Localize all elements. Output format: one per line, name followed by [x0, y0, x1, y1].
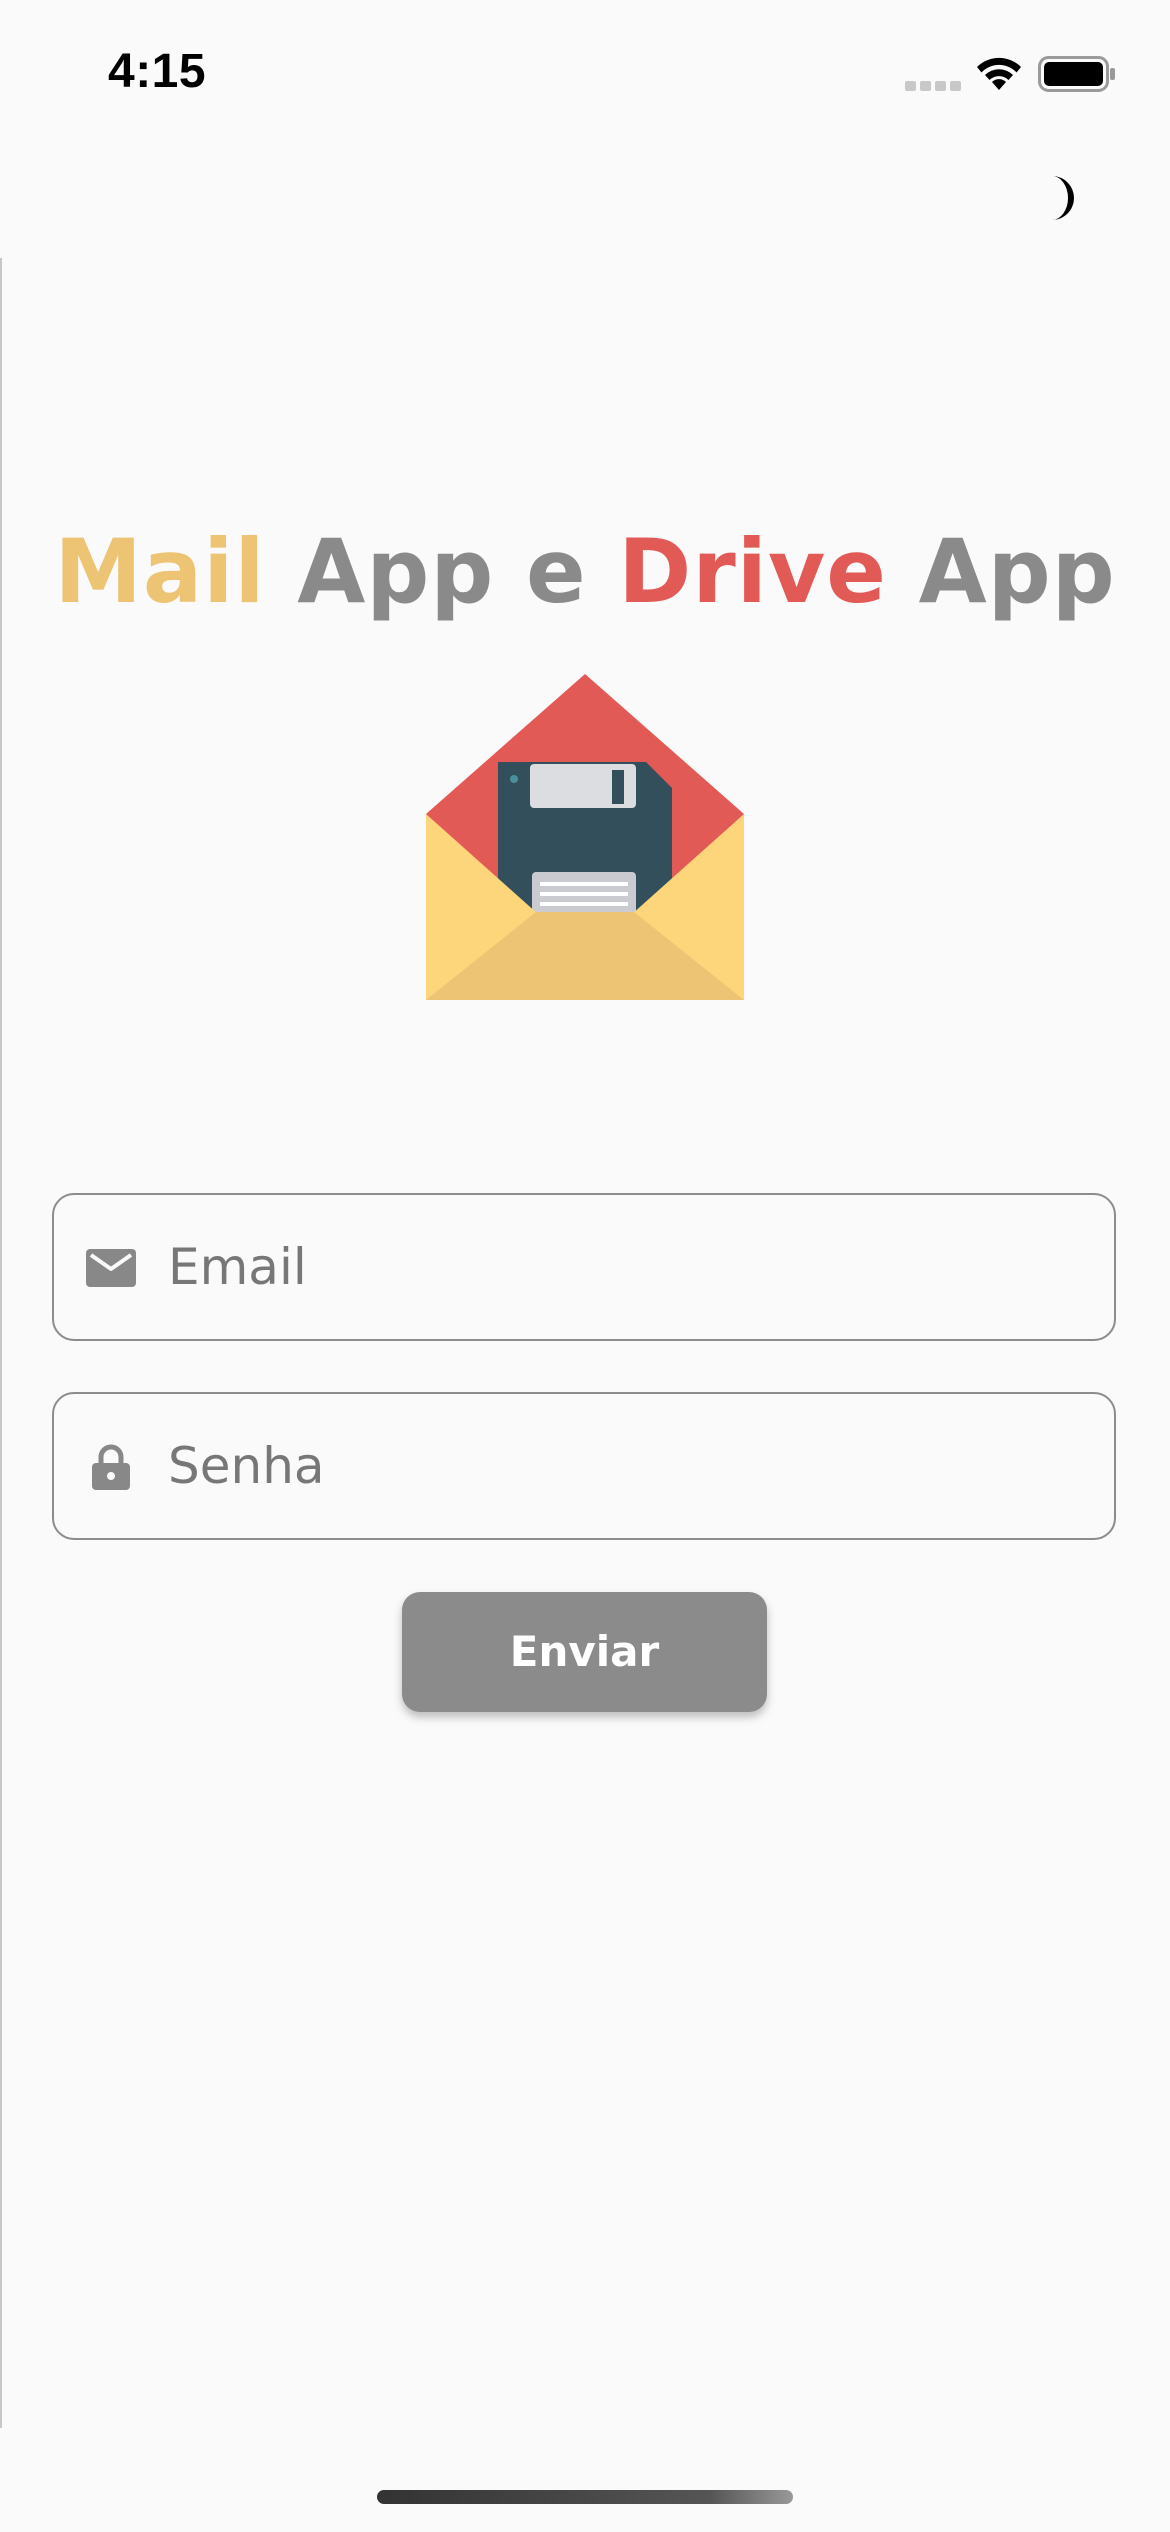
- envelope-floppy-icon: [426, 674, 744, 1000]
- title-app: App: [918, 520, 1116, 623]
- home-indicator[interactable]: [377, 2490, 793, 2504]
- envelope-icon: [86, 1249, 136, 1287]
- title-drive: Drive: [618, 520, 887, 623]
- title-mail: Mail: [54, 520, 266, 623]
- status-bar: 4:15: [0, 0, 1170, 140]
- password-field[interactable]: [52, 1392, 1116, 1540]
- submit-button[interactable]: Enviar: [402, 1592, 767, 1712]
- moon-icon[interactable]: [1030, 170, 1086, 226]
- status-time: 4:15: [108, 45, 207, 98]
- email-input[interactable]: [168, 1195, 1088, 1339]
- battery-icon: [1038, 56, 1115, 92]
- app-title: Mail App e Drive App: [0, 520, 1170, 623]
- title-app-e: App e: [297, 520, 587, 623]
- password-input[interactable]: [168, 1394, 1088, 1538]
- email-field[interactable]: [52, 1193, 1116, 1341]
- wifi-icon: [977, 57, 1021, 90]
- cellular-signal-icon: [905, 81, 961, 91]
- lock-icon: [92, 1444, 130, 1490]
